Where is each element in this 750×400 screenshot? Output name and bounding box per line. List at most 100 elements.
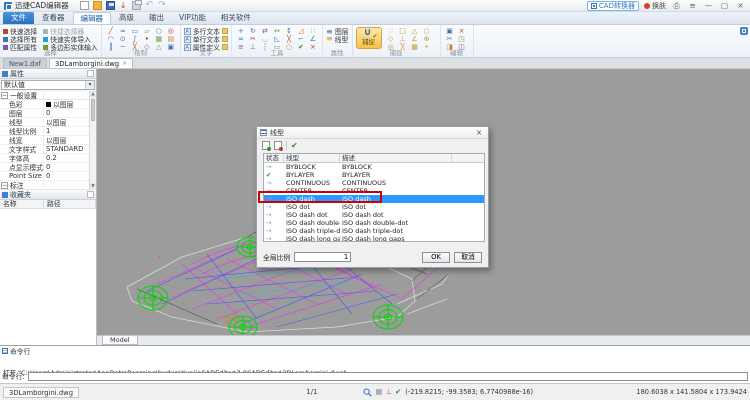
save-file-icon[interactable] (106, 1, 115, 10)
print-icon[interactable] (132, 1, 141, 10)
linetype-row[interactable]: ISO dash long gapsISO dash long gaps (264, 235, 484, 242)
hatch-icon[interactable]: ▦ (153, 35, 165, 43)
minimize-button[interactable]: — (703, 1, 714, 11)
snap-midpoint-icon[interactable]: △ (409, 27, 421, 35)
command-input[interactable] (28, 372, 748, 381)
offset-icon[interactable]: ≍ (235, 35, 247, 43)
point-icon[interactable]: • (141, 35, 153, 43)
rectangle-icon[interactable]: ▭ (129, 27, 141, 35)
favorites-col-name[interactable]: 名称 (0, 200, 44, 208)
open-file-icon[interactable] (93, 1, 102, 10)
delete-icon[interactable]: × (456, 27, 468, 35)
ribbon-collapse-icon[interactable] (740, 27, 748, 35)
text-extra-icon[interactable] (222, 36, 228, 42)
polyline-icon[interactable]: ≈ (117, 27, 129, 35)
line-icon[interactable]: ╱ (105, 27, 117, 35)
change-skin-button[interactable]: 换肤 (644, 1, 666, 11)
snap-center-icon[interactable]: ○ (421, 27, 433, 35)
property-row-point-mode[interactable]: 点显示模式0 (0, 163, 89, 172)
snap-angle-icon[interactable]: ∠ (409, 35, 421, 43)
scroll-down-icon[interactable]: ▼ (90, 183, 96, 190)
tab-viewer[interactable]: 查看器 (35, 12, 72, 24)
linetype-row[interactable]: ISO dotISO dot (264, 203, 484, 211)
copy-icon[interactable]: ◳ (456, 35, 468, 43)
scroll-up-icon[interactable]: ▲ (90, 91, 96, 98)
redo-icon[interactable] (158, 1, 167, 10)
explode-icon[interactable]: ╳ (283, 35, 295, 43)
scrollbar-thumb[interactable] (91, 99, 95, 121)
rotate-icon[interactable]: ↻ (247, 27, 259, 35)
linetype-row[interactable]: BYBLOCKBYBLOCK (264, 163, 484, 171)
chevron-down-icon[interactable]: ▾ (85, 81, 94, 89)
text-extra-icon[interactable] (222, 28, 228, 34)
model-tab[interactable]: Model (102, 336, 138, 345)
snap-quadrant-icon[interactable]: ⊕ (421, 35, 433, 43)
linetype-button[interactable]: 线型 (326, 35, 349, 43)
load-linetype-icon[interactable] (262, 141, 270, 150)
collapse-icon[interactable] (1, 92, 8, 99)
linetype-row[interactable]: ISO dash double-dotISO dash double-dot (264, 219, 484, 227)
donut-icon[interactable]: ◎ (165, 27, 177, 35)
linetype-row-selected[interactable]: ISO dashISO dash (264, 195, 484, 203)
property-grid-scrollbar[interactable]: ▲ ▼ (89, 91, 96, 190)
trim-icon[interactable]: ✂ (247, 35, 259, 43)
fillet-icon[interactable]: ◡ (259, 35, 271, 43)
panel-dock-icon[interactable] (87, 191, 94, 198)
panel-dock-icon[interactable] (87, 70, 94, 77)
align-icon[interactable]: ↕ (283, 27, 295, 35)
linetype-row[interactable]: CENTERCENTER (264, 187, 484, 195)
col-description[interactable]: 描述 (340, 154, 452, 162)
polygon-icon[interactable]: ▱ (141, 27, 153, 35)
tab-editor[interactable]: 编辑器 (73, 12, 112, 24)
ellipse-icon[interactable]: ⊙ (117, 35, 129, 43)
array-icon[interactable]: ∷ (307, 27, 319, 35)
document-tab-new1[interactable]: New1.dxf (3, 58, 47, 68)
new-file-icon[interactable] (80, 1, 89, 10)
angle-icon[interactable]: ∠ (307, 35, 319, 43)
favorites-list[interactable] (0, 209, 96, 345)
undo-icon[interactable] (145, 1, 154, 10)
col-status[interactable]: 状态 (264, 154, 284, 162)
tab-advanced[interactable]: 高级 (112, 12, 141, 24)
arc-icon[interactable]: ◠ (105, 35, 117, 43)
dialog-close-icon[interactable]: × (473, 128, 485, 137)
export-icon[interactable] (119, 1, 128, 10)
snap-node-icon[interactable]: ◇ (385, 35, 397, 43)
main-menu-icon[interactable]: ≡ (687, 1, 698, 11)
snap-endpoint-icon[interactable]: □ (397, 27, 409, 35)
dialog-titlebar[interactable]: 线型 × (257, 127, 488, 139)
spline-icon[interactable]: ∫ (129, 35, 141, 43)
set-current-icon[interactable] (291, 141, 298, 150)
linetype-row[interactable]: CONTINUOUSCONTINUOUS (264, 179, 484, 187)
collapse-icon[interactable] (1, 182, 8, 189)
property-preset-dropdown[interactable]: 默认值 ▾ (1, 80, 95, 90)
cancel-button[interactable]: 取消 (454, 252, 482, 263)
grid-toggle-icon[interactable]: ▦ (375, 387, 382, 397)
mirror-icon[interactable]: ⇄ (259, 27, 271, 35)
chamfer-icon[interactable]: ◺ (271, 35, 283, 43)
ortho-toggle-icon[interactable]: ⊥ (385, 387, 392, 397)
move-icon[interactable]: + (235, 27, 247, 35)
restore-button[interactable]: ▢ (719, 1, 730, 11)
tab-related-software[interactable]: 相关软件 (214, 12, 258, 24)
join-icon[interactable]: ⌐ (295, 35, 307, 43)
tab-vip[interactable]: VIP功能 (172, 12, 213, 24)
close-button[interactable]: × (735, 1, 746, 11)
document-tab-lamborgini[interactable]: 3DLamborgini.dwg× (49, 58, 133, 68)
global-scale-input[interactable] (294, 252, 351, 262)
tab-output[interactable]: 输出 (142, 12, 171, 24)
cut-icon[interactable]: ✂ (444, 35, 456, 43)
linetype-row[interactable]: ISO dash dotISO dash dot (264, 211, 484, 219)
snap-grid-icon[interactable]: ∷ (385, 27, 397, 35)
scale-icon[interactable]: ◿ (295, 27, 307, 35)
stretch-icon[interactable]: ↔ (271, 27, 283, 35)
snap-status-icon[interactable]: ✔ (395, 387, 401, 397)
snap-perpendicular-icon[interactable]: ⊥ (397, 35, 409, 43)
feedback-icon[interactable]: ⎙ (671, 1, 682, 11)
favorites-col-path[interactable]: 路径 (44, 200, 96, 208)
delete-linetype-icon[interactable] (274, 141, 282, 150)
close-tab-icon[interactable]: × (122, 60, 127, 67)
paste-icon[interactable]: ▣ (444, 27, 456, 35)
snap-toggle-button[interactable]: 捕捉 (356, 27, 382, 49)
circle-icon[interactable]: ○ (153, 27, 165, 35)
